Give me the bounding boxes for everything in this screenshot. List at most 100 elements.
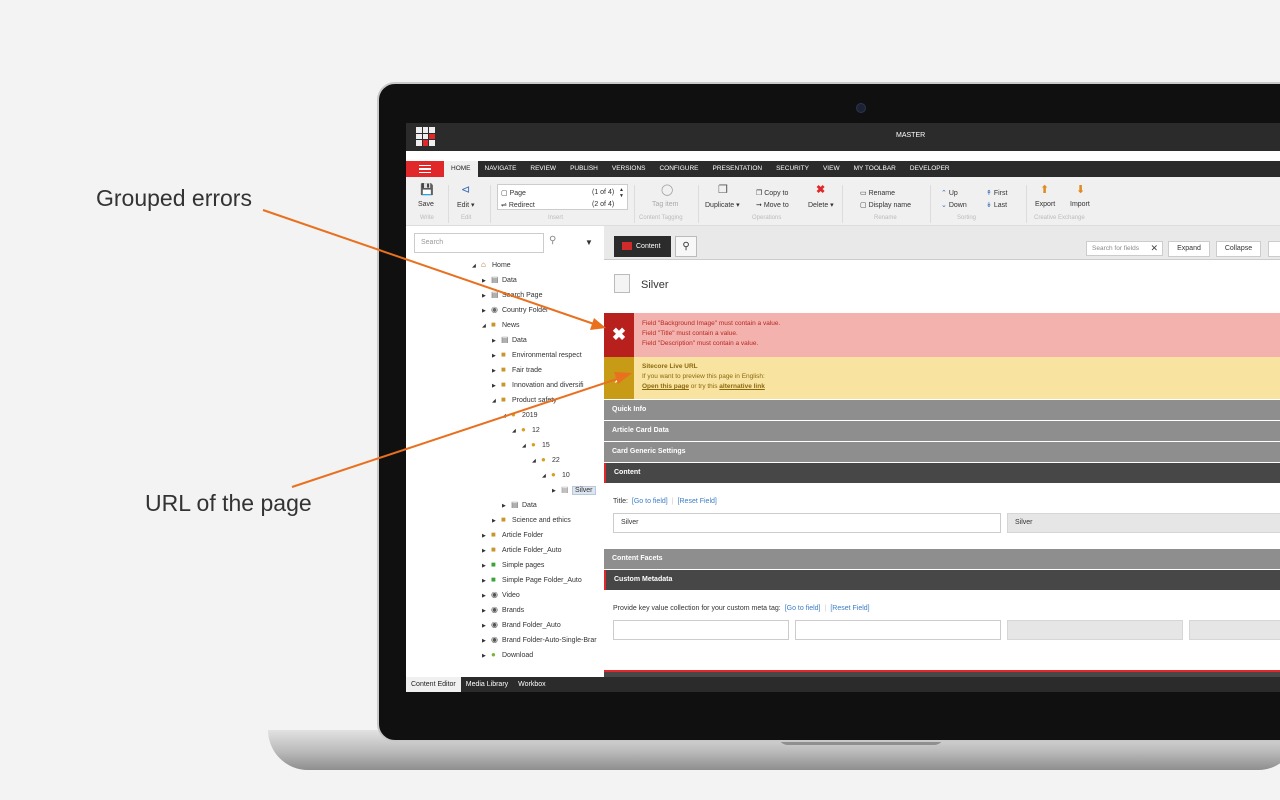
error-message: Field "Title" must contain a value. xyxy=(642,330,738,337)
tree-item[interactable]: ◢ ■ News xyxy=(482,319,520,331)
duplicate-icon[interactable]: ❐ xyxy=(718,184,728,196)
tab-home[interactable]: HOME xyxy=(444,161,478,177)
tree-item[interactable]: ▶ ◉ Video xyxy=(482,589,520,601)
chevron-down-icon[interactable]: ▼ xyxy=(585,238,593,247)
insert-redirect[interactable]: ⇌ Redirect xyxy=(501,201,535,209)
meta-key-input[interactable] xyxy=(613,620,789,640)
tree-item[interactable]: ▶ ▤ Data xyxy=(492,334,527,346)
tab-versions[interactable]: VERSIONS xyxy=(605,161,653,177)
share-icon[interactable]: ⊲ xyxy=(461,184,470,196)
open-page-link[interactable]: Open this page xyxy=(642,383,689,390)
tab-content-editor[interactable]: Content Editor xyxy=(406,677,461,692)
go-to-field-link[interactable]: [Go to field] xyxy=(632,498,668,505)
search-icon[interactable]: ⚲ xyxy=(549,235,556,246)
tab-view[interactable]: VIEW xyxy=(816,161,847,177)
title-standard-value: Silver xyxy=(1007,513,1280,533)
clear-icon[interactable]: ✕ xyxy=(1150,243,1158,254)
tree-item[interactable]: ▶ ■ Innovation and diversifi xyxy=(492,379,584,391)
tree-item[interactable]: ▶ ■ Science and ethics xyxy=(492,514,571,526)
tag-item-button[interactable]: Tag item xyxy=(652,201,678,208)
alternative-link[interactable]: alternative link xyxy=(719,383,765,390)
delete-button[interactable]: Delete ▾ xyxy=(808,201,834,209)
tree-item[interactable]: ▶ ■ Article Folder xyxy=(482,529,543,541)
content-tab[interactable]: Content xyxy=(614,236,671,257)
tree-item[interactable]: ▶ ● Download xyxy=(482,649,533,661)
tree-item-selected[interactable]: ▶ ▤ Silver xyxy=(552,484,596,496)
section-card-generic-settings[interactable]: Card Generic Settings xyxy=(604,442,1280,462)
save-icon[interactable]: 💾 xyxy=(420,184,434,196)
title-input[interactable]: Silver xyxy=(613,513,1001,533)
tree-item[interactable]: ◢ ● 22 xyxy=(532,454,560,466)
import-button[interactable]: Import xyxy=(1070,201,1090,208)
tab-publish[interactable]: PUBLISH xyxy=(563,161,605,177)
tab-review[interactable]: REVIEW xyxy=(523,161,563,177)
tree-item[interactable]: ▶ ■ Fair trade xyxy=(492,364,542,376)
sitecore-logo-icon[interactable] xyxy=(416,127,435,146)
group-sorting: Sorting xyxy=(957,215,977,221)
tab-presentation[interactable]: PRESENTATION xyxy=(705,161,769,177)
tree-item[interactable]: ◢ ● 15 xyxy=(522,439,550,451)
tree-item[interactable]: ▶ ◉ Brand Folder-Auto-Single-Brar xyxy=(482,634,597,646)
tree-item[interactable]: ▶ ▤ Data xyxy=(502,499,537,511)
move-to-button[interactable]: ➞ Move to xyxy=(756,201,789,209)
section-article-card-data[interactable]: Article Card Data xyxy=(604,421,1280,441)
sort-first-button[interactable]: ↟ First xyxy=(986,189,1007,197)
tab-navigate[interactable]: NAVIGATE xyxy=(478,161,524,177)
hamburger-menu-icon[interactable] xyxy=(406,161,444,177)
tree-item[interactable]: ◢ ● 12 xyxy=(512,424,540,436)
tree-item[interactable]: ▶ ◉ Country Folder xyxy=(482,304,548,316)
meta-value-input[interactable] xyxy=(795,620,1001,640)
extra-button[interactable] xyxy=(1268,241,1280,257)
group-write: Write xyxy=(420,215,434,221)
tab-developer[interactable]: DEVELOPER xyxy=(903,161,957,177)
copy-to-button[interactable]: ❐ Copy to xyxy=(756,189,788,197)
sort-down-button[interactable]: ⌄ Down xyxy=(941,201,967,209)
insert-scroll-icon[interactable]: ▲ ▼ xyxy=(619,187,624,199)
tree-item[interactable]: ▶ ◉ Brand Folder_Auto xyxy=(482,619,561,631)
tree-item[interactable]: ▶ ◉ Brands xyxy=(482,604,524,616)
display-name-button[interactable]: ▢ Display name xyxy=(860,201,911,209)
tab-workbox[interactable]: Workbox xyxy=(513,677,551,692)
search-icon[interactable]: ⚲ xyxy=(675,236,697,257)
expand-button[interactable]: Expand xyxy=(1168,241,1210,257)
import-icon[interactable]: ⬇ xyxy=(1076,184,1085,196)
tree-item[interactable]: ◢ ⌂ Home xyxy=(472,259,511,271)
section-custom-metadata[interactable]: Custom Metadata xyxy=(604,570,1280,590)
group-creative-exchange: Creative Exchange xyxy=(1034,215,1085,221)
tree-search-input[interactable]: Search xyxy=(414,233,544,253)
insert-page[interactable]: ▢ Page xyxy=(501,189,526,197)
reset-field-link[interactable]: [Reset Field] xyxy=(678,498,717,505)
collapse-button[interactable]: Collapse xyxy=(1216,241,1261,257)
tree-item[interactable]: ▶ ■ Article Folder_Auto xyxy=(482,544,562,556)
duplicate-button[interactable]: Duplicate ▾ xyxy=(705,201,740,209)
tree-item[interactable]: ▶ ▤ Data xyxy=(482,274,517,286)
tab-configure[interactable]: CONFIGURE xyxy=(652,161,705,177)
tree-item[interactable]: ▶ ■ Simple pages xyxy=(482,559,544,571)
tree-item[interactable]: ◢ ● 2019 xyxy=(502,409,538,421)
go-to-field-link[interactable]: [Go to field] xyxy=(785,605,821,612)
sort-up-button[interactable]: ⌃ Up xyxy=(941,189,958,197)
delete-icon[interactable]: ✖ xyxy=(816,184,825,196)
export-button[interactable]: Export xyxy=(1035,201,1055,208)
section-content-facets[interactable]: Content Facets xyxy=(604,549,1280,569)
reset-field-link[interactable]: [Reset Field] xyxy=(830,605,869,612)
tab-media-library[interactable]: Media Library xyxy=(461,677,513,692)
error-x-icon: ✖ xyxy=(604,313,634,357)
search-fields-input[interactable]: Search for fields ✕ xyxy=(1086,241,1163,256)
tree-item[interactable]: ◢ ● 10 xyxy=(542,469,570,481)
tree-item[interactable]: ▶ ■ Environmental respect xyxy=(492,349,582,361)
tree-item[interactable]: ▶ ■ Simple Page Folder_Auto xyxy=(482,574,582,586)
tree-item[interactable]: ◢ ■ Product safety xyxy=(492,394,557,406)
save-button[interactable]: Save xyxy=(418,201,434,208)
edit-button[interactable]: Edit ▾ xyxy=(457,201,475,209)
tag-icon: ◯ xyxy=(661,184,674,196)
tab-my-toolbar[interactable]: MY TOOLBAR xyxy=(847,161,903,177)
section-content[interactable]: Content xyxy=(604,463,1280,483)
export-icon[interactable]: ⬆ xyxy=(1040,184,1049,196)
insert-page-count: (1 of 4) xyxy=(592,189,615,196)
tab-security[interactable]: SECURITY xyxy=(769,161,816,177)
rename-button[interactable]: ▭ Rename xyxy=(860,189,895,197)
section-quick-info[interactable]: Quick Info xyxy=(604,400,1280,420)
sort-last-button[interactable]: ↡ Last xyxy=(986,201,1007,209)
tree-item[interactable]: ▶ ▤ Search Page xyxy=(482,289,542,301)
